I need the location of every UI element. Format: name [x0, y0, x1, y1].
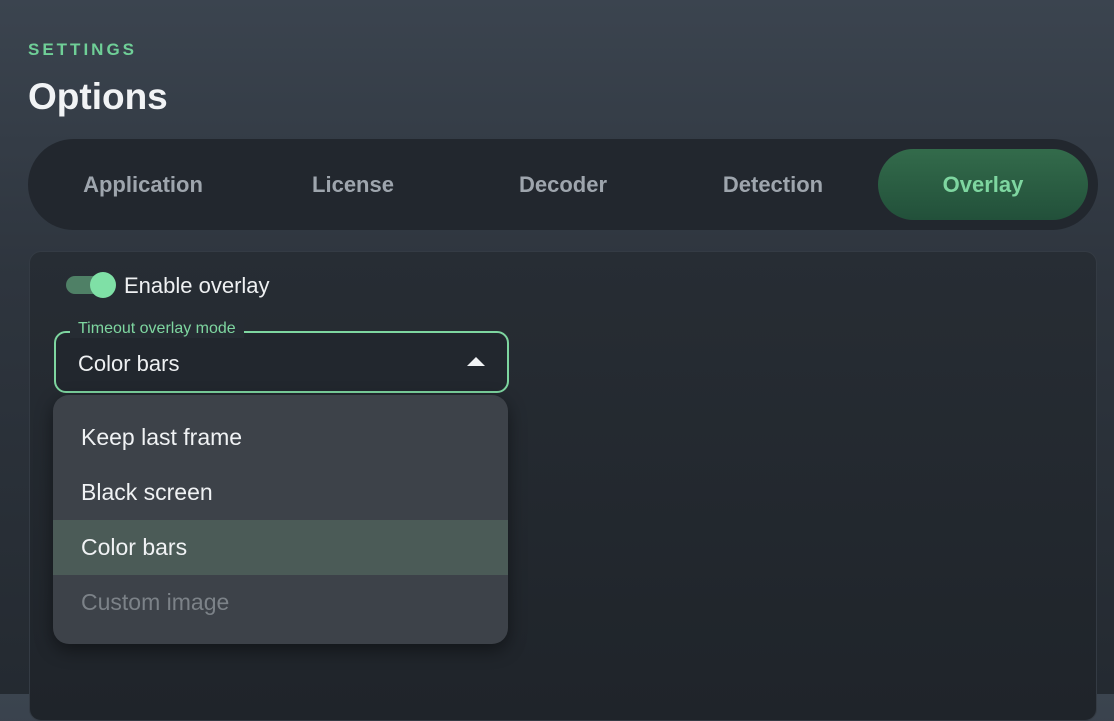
tab-bar: Application License Decoder Detection Ov…: [28, 139, 1098, 230]
settings-eyebrow: SETTINGS: [28, 40, 138, 59]
select-label: Timeout overlay mode: [70, 320, 244, 338]
enable-overlay-toggle[interactable]: [66, 271, 118, 299]
timeout-overlay-mode-select[interactable]: Color bars: [54, 331, 509, 393]
select-value: Color bars: [78, 351, 180, 376]
tab-application[interactable]: Application: [38, 149, 248, 220]
tab-decoder[interactable]: Decoder: [458, 149, 668, 220]
option-custom-image: Custom image: [81, 589, 230, 615]
caret-up-icon: [467, 357, 485, 366]
tab-license[interactable]: License: [248, 149, 458, 220]
timeout-mode-dropdown-menu: Keep last frame Black screen Color bars …: [53, 395, 508, 644]
option-black-screen[interactable]: Black screen: [53, 465, 508, 520]
toggle-knob: [90, 272, 116, 298]
option-color-bars[interactable]: Color bars: [53, 520, 508, 575]
tab-detection[interactable]: Detection: [668, 149, 878, 220]
tab-overlay[interactable]: Overlay: [878, 149, 1088, 220]
page-title: Options: [28, 76, 168, 117]
option-keep-last-frame[interactable]: Keep last frame: [53, 410, 508, 465]
enable-overlay-label: Enable overlay: [124, 273, 270, 298]
